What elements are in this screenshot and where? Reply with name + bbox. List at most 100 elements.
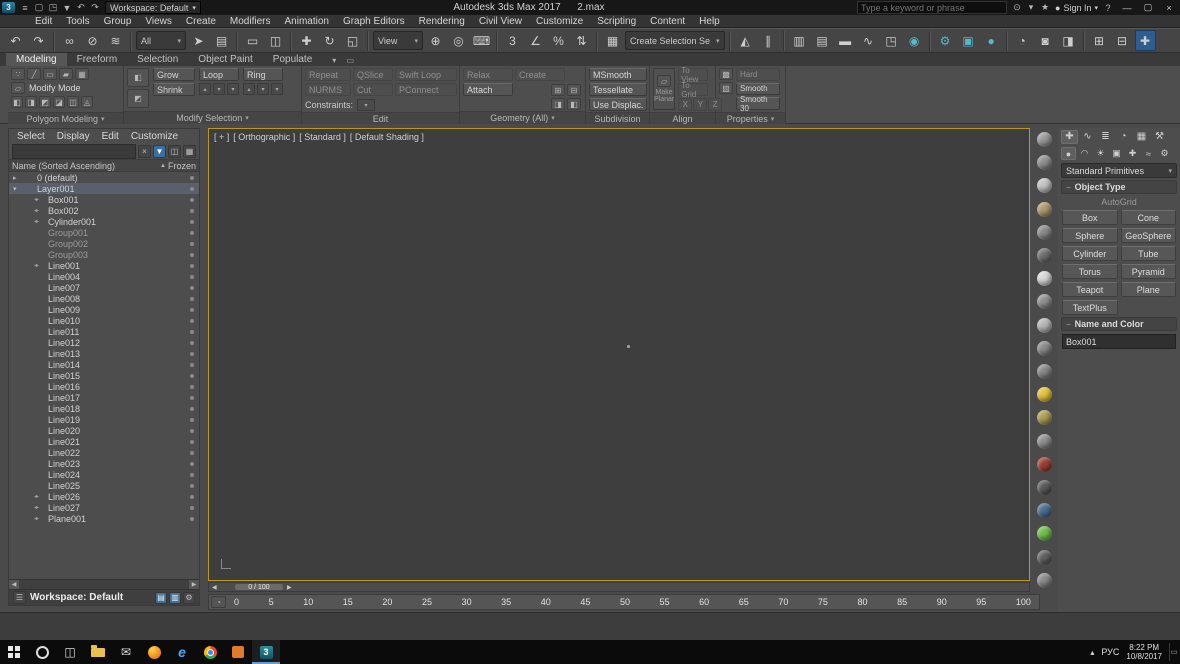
modify-tab[interactable]: ∿: [1079, 130, 1096, 144]
store-icon[interactable]: [224, 640, 252, 664]
align-button[interactable]: To Grid: [678, 81, 709, 99]
frozen-toggle[interactable]: [185, 506, 199, 510]
clear-search-icon[interactable]: ×: [138, 144, 151, 158]
object-type-button[interactable]: TextPlus: [1062, 300, 1118, 315]
frozen-toggle[interactable]: [185, 473, 199, 477]
previous-frame-arrow[interactable]: ◀: [212, 584, 217, 591]
viewport-label-segment[interactable]: [ Standard ]: [299, 132, 346, 142]
percent-snap-icon[interactable]: %: [548, 30, 569, 51]
scroll-right-button[interactable]: ▶: [189, 580, 199, 589]
menu-item[interactable]: Views: [138, 15, 179, 28]
list-item[interactable]: Line008: [9, 293, 199, 304]
select-and-rotate-icon[interactable]: ↻: [319, 30, 340, 51]
object-name-input[interactable]: [1062, 334, 1176, 349]
list-item[interactable]: Line020: [9, 425, 199, 436]
loop-options-icon[interactable]: ▾: [227, 83, 239, 95]
menu-item[interactable]: Scripting: [590, 15, 643, 28]
loop-spinner-up[interactable]: ▴: [199, 83, 211, 95]
frozen-toggle[interactable]: [185, 418, 199, 422]
frozen-toggle[interactable]: [185, 341, 199, 345]
paint-select-icon[interactable]: ◩: [127, 89, 149, 108]
menu-item[interactable]: Customize: [529, 15, 590, 28]
panel-caption[interactable]: Properties ▾: [716, 112, 785, 124]
list-item[interactable]: ◂▸ Line027: [9, 502, 199, 513]
visibility-toggle[interactable]: ◂▸: [34, 515, 45, 522]
communication-center-icon[interactable]: ▾: [1024, 2, 1038, 14]
ring-button[interactable]: Ring: [243, 68, 283, 81]
tray-chevron-icon[interactable]: ▴: [1090, 648, 1094, 657]
frozen-toggle[interactable]: [185, 407, 199, 411]
panel-caption[interactable]: Modify Selection ▾: [124, 111, 301, 124]
detach-icon[interactable]: ⊟: [567, 84, 581, 96]
palette-sphere-icon[interactable]: [1036, 132, 1052, 147]
undo-icon[interactable]: ↶: [5, 30, 26, 51]
utilities-tab[interactable]: ⚒: [1151, 130, 1168, 144]
visibility-toggle[interactable]: ◂▸: [34, 504, 45, 511]
save-file-icon[interactable]: ▼: [60, 2, 74, 14]
ribbon-tab[interactable]: Freeform: [67, 53, 128, 66]
palette-sphere-icon[interactable]: [1036, 271, 1052, 287]
spacewarps-category-icon[interactable]: ≈: [1141, 147, 1156, 160]
frozen-toggle[interactable]: [185, 385, 199, 389]
primitives-dropdown[interactable]: Standard Primitives ▾: [1061, 163, 1177, 178]
app-menu-icon[interactable]: ≡: [18, 2, 32, 14]
constraints-dropdown[interactable]: ▾: [357, 99, 376, 111]
polygon-tool-icon[interactable]: ◧: [11, 96, 23, 108]
modify-mode-button[interactable]: Modify Mode: [29, 83, 81, 93]
unlink-selection-icon[interactable]: ⊘: [82, 30, 103, 51]
select-by-name-icon[interactable]: ▤: [211, 30, 232, 51]
toggle-scene-explorer-icon[interactable]: ▥: [789, 30, 810, 51]
open-file-icon[interactable]: ◳: [46, 2, 60, 14]
frozen-toggle[interactable]: [185, 220, 199, 224]
frozen-toggle[interactable]: [185, 363, 199, 367]
loop-spinner-down[interactable]: ▾: [213, 83, 225, 95]
display-toggle-icon[interactable]: ◨: [1058, 30, 1079, 51]
list-item[interactable]: ▸ 0 (default): [9, 172, 199, 183]
explorer-column-header[interactable]: Name (Sorted Ascending) ▲ Frozen: [9, 159, 199, 172]
edit-tool-button[interactable]: Repeat: [305, 68, 351, 81]
viewport[interactable]: [ + ] [ Orthographic ] [ Standard ] [ Defau…: [208, 128, 1030, 581]
helpers-category-icon[interactable]: ✚: [1125, 147, 1140, 160]
panel-caption[interactable]: Polygon Modeling ▾: [8, 112, 123, 124]
list-item[interactable]: Line011: [9, 326, 199, 337]
viewport-label-segment[interactable]: [ Default Shading ]: [350, 132, 424, 142]
list-item[interactable]: ◂▸ Plane001: [9, 513, 199, 524]
cap-poly-icon[interactable]: ◧: [567, 98, 581, 110]
frozen-toggle[interactable]: [185, 451, 199, 455]
palette-sphere-icon[interactable]: [1036, 480, 1052, 496]
geometry-category-icon[interactable]: ●: [1061, 147, 1076, 160]
edit-tool-button[interactable]: Cut: [353, 83, 393, 96]
select-and-move-icon[interactable]: ✚: [296, 30, 317, 51]
subobject-level-icon[interactable]: ▦: [75, 68, 89, 80]
list-item[interactable]: Line024: [9, 469, 199, 480]
list-item[interactable]: Line023: [9, 458, 199, 469]
menu-item[interactable]: Graph Editors: [336, 15, 412, 28]
viewport-label-segment[interactable]: [ Orthographic ]: [233, 132, 295, 142]
object-type-button[interactable]: Box: [1062, 210, 1118, 225]
menu-item[interactable]: Civil View: [472, 15, 529, 28]
frozen-toggle[interactable]: [185, 198, 199, 202]
frozen-toggle[interactable]: [185, 264, 199, 268]
list-item[interactable]: ◂▸ Line026: [9, 491, 199, 502]
new-scene-icon[interactable]: ▢: [32, 2, 46, 14]
explorer-search-input[interactable]: [12, 143, 136, 159]
menu-item[interactable]: Modifiers: [223, 15, 278, 28]
redo-quick-icon[interactable]: ↷: [88, 2, 102, 14]
visibility-toggle[interactable]: ◂▸: [34, 218, 45, 225]
search-go-icon[interactable]: ⊙: [1010, 2, 1024, 14]
isolate-selection-icon[interactable]: ◙: [1035, 30, 1056, 51]
polygon-tool-icon[interactable]: ◨: [25, 96, 37, 108]
ribbon-tab[interactable]: Populate: [263, 53, 322, 66]
list-item[interactable]: Line018: [9, 403, 199, 414]
bind-to-space-warp-icon[interactable]: ≋: [105, 30, 126, 51]
object-type-button[interactable]: Cone: [1120, 210, 1176, 225]
menu-item[interactable]: Rendering: [412, 15, 472, 28]
render-setup-icon[interactable]: ⚙: [935, 30, 956, 51]
reference-coordinate-dropdown[interactable]: View ▾: [373, 31, 423, 50]
list-item[interactable]: ▾ Layer001: [9, 183, 199, 194]
time-slider[interactable]: ◀ 0 / 100 ▶: [208, 582, 1030, 592]
select-and-scale-icon[interactable]: ◱: [342, 30, 363, 51]
ring-spinner-up[interactable]: ▴: [243, 83, 255, 95]
list-item[interactable]: Line022: [9, 447, 199, 458]
frozen-toggle[interactable]: [185, 330, 199, 334]
